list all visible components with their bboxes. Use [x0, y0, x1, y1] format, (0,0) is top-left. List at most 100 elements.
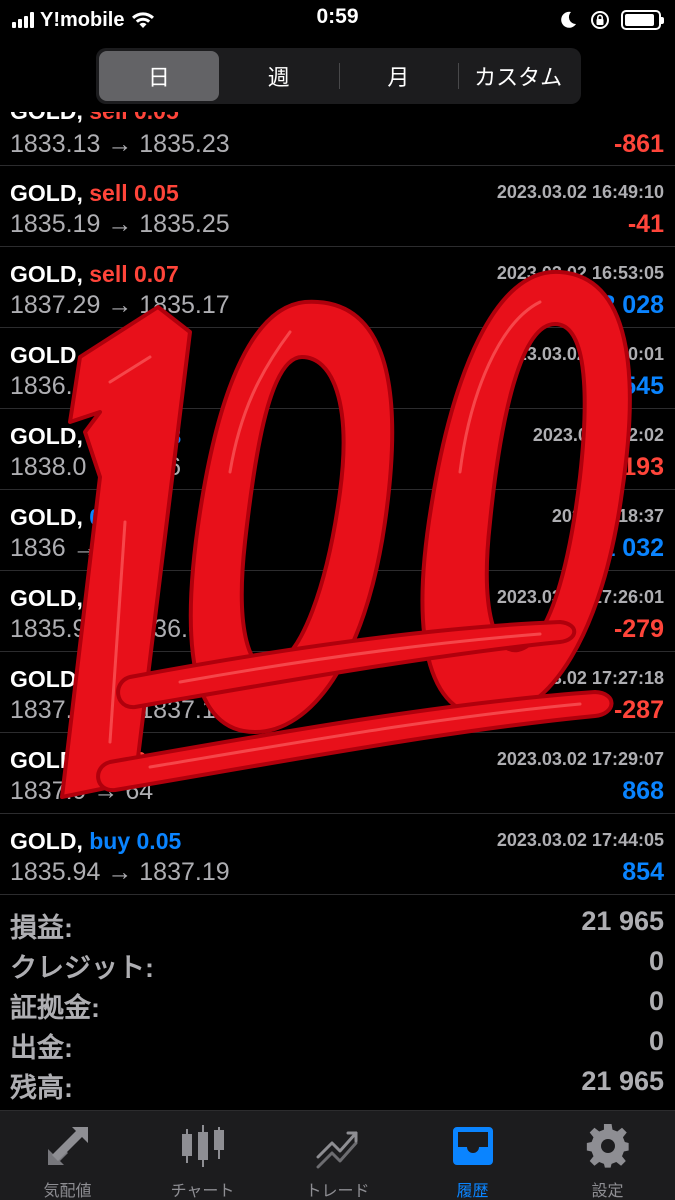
trade-side-volume: 0.05 [89, 504, 134, 530]
close-price: 1835.23 [139, 130, 230, 158]
arrow-icon: → [93, 615, 119, 643]
trade-profit: 545 [622, 372, 664, 400]
open-price: 1838.0 [10, 453, 87, 481]
trade-time: 2023.03.02 17:27:18 [496, 668, 664, 688]
close-price: 183 [111, 372, 154, 400]
close-price: 1836 [125, 453, 181, 481]
orientation-lock-icon [591, 11, 609, 29]
period-tab-custom[interactable]: カスタム [458, 51, 578, 101]
summary-row: 出金: 0 [0, 1022, 675, 1063]
battery-level [625, 14, 654, 26]
arrow-icon: → [93, 777, 119, 805]
trade-title: GOLD, 0.05 [10, 504, 134, 531]
trade-icon [316, 1131, 357, 1169]
trade-profit: 868 [622, 777, 664, 805]
trade-row[interactable]: GOLD, buy 0.03 2023.03.0 12:02 1838.0 → 18… [0, 409, 675, 490]
trade-row[interactable]: GOLD, 0.05 2023.0 :18:37 1836 → 18 3 1 032 [0, 490, 675, 571]
tab-chart[interactable]: チャート [135, 1111, 270, 1200]
trade-prices: 1837.9 → 64 [10, 777, 153, 806]
period-tab-week[interactable]: 週 [219, 51, 339, 101]
trade-profit: -41 [627, 210, 664, 238]
bottom-tab-bar: 気配値 チャート トレード 履歴 設定 [0, 1110, 675, 1200]
trade-row[interactable]: GOLD, 0.03 2023.03.02 17:26:01 1835.9 → 18… [0, 571, 675, 652]
trade-row[interactable]: GOLD, buy 0.0 2023.03.02 17:27:18 1837.88 … [0, 652, 675, 733]
summary-label: クレジット: [10, 953, 154, 983]
summary-value: 21 965 [581, 1066, 664, 1096]
status-bar: Y!mobile 0:59 [0, 0, 675, 40]
arrow-icon: → [107, 858, 133, 886]
arrow-icon: → [79, 372, 105, 400]
summary-label: 出金: [10, 1033, 73, 1063]
trade-side-volume: sell 0.0 [89, 747, 166, 773]
summary-row: 証拠金: 0 [0, 982, 675, 1023]
close-price: 1835.17 [139, 291, 230, 319]
tab-quotes-label: 気配値 [43, 1183, 92, 1200]
arrow-icon: → [107, 696, 133, 724]
history-icon [452, 1127, 493, 1165]
trade-time: 2023.03.02 17:26:01 [496, 587, 664, 607]
period-selector-bar: 日 週 月 カスタム [0, 40, 675, 112]
trade-row[interactable]: GOLD, sell 0.051833.13 → 1835.23-861 [0, 98, 675, 166]
open-price: 1835.94 [10, 858, 101, 886]
tab-history[interactable]: 履歴 [405, 1111, 540, 1200]
close-price: 64 [125, 777, 154, 805]
status-right [557, 6, 664, 34]
trade-profit: 2 028 [601, 291, 664, 319]
arrow-icon: → [107, 210, 133, 238]
trade-profit: -193 [613, 453, 664, 481]
tab-chart-label: チャート [170, 1183, 235, 1200]
period-tab-day[interactable]: 日 [99, 51, 219, 101]
trade-profit: -279 [613, 615, 664, 643]
tab-trade[interactable]: トレード [270, 1111, 405, 1200]
chart-icon [181, 1125, 224, 1167]
trade-prices: 1837.29 → 1835.17 [10, 291, 230, 320]
trade-symbol: GOLD, [10, 666, 83, 692]
trade-prices: 1836. → 183 [10, 372, 153, 401]
open-price: 1837.29 [10, 291, 101, 319]
trade-prices: 1837.88 → 1837.18 [10, 696, 230, 725]
tab-quotes[interactable]: 気配値 [0, 1111, 135, 1200]
arrow-icon: → [107, 130, 133, 158]
trade-time: 2023.03.02 16:49:10 [496, 182, 664, 202]
trade-prices: 1833.13 → 1835.23 [10, 130, 230, 159]
trade-row[interactable]: GOLD, 2023.03.02 17:10:01 1836. → 183 545 [0, 328, 675, 409]
trade-profit: 854 [622, 858, 664, 886]
trade-title: GOLD, [10, 342, 83, 369]
trade-side-volume: sell 0.07 [89, 261, 179, 287]
trade-prices: 1836 → 18 3 [10, 534, 153, 563]
close-price: 1836.64 [125, 615, 216, 643]
trade-side-volume: sell 0.05 [89, 180, 179, 206]
trade-time: 2023.03.02 17:44:05 [496, 830, 664, 850]
trade-symbol: GOLD, [10, 828, 83, 854]
tab-settings-label: 設定 [591, 1183, 624, 1200]
period-tab-month[interactable]: 月 [338, 51, 459, 101]
tab-settings[interactable]: 設定 [540, 1111, 675, 1200]
open-price: 1837.88 [10, 696, 101, 724]
trade-row[interactable]: GOLD, sell 0.0 2023.03.02 17:29:07 1837.9 … [0, 733, 675, 814]
trade-symbol: GOLD, [10, 747, 83, 773]
trade-symbol: GOLD, [10, 342, 83, 368]
trade-time: 2023.03.0 12:02 [532, 425, 664, 445]
summary-value: 0 [648, 946, 664, 976]
trade-title: GOLD, 0.03 [10, 585, 134, 612]
trade-side-volume: buy 0.03 [89, 423, 182, 449]
close-price: 18 3 [104, 534, 154, 562]
battery-icon [621, 10, 664, 30]
trade-row[interactable]: GOLD, sell 0.05 2023.03.02 16:49:10 1835.1… [0, 166, 675, 247]
arrow-icon: → [107, 291, 133, 319]
trade-title: GOLD, buy 0.05 [10, 828, 181, 855]
trade-row[interactable]: GOLD, buy 0.05 2023.03.02 17:44:05 1835.94… [0, 814, 675, 895]
summary-value: 0 [648, 986, 664, 1016]
summary-label: 損益: [10, 913, 73, 943]
close-price: 1835.25 [139, 210, 230, 238]
summary-value: 0 [648, 1026, 664, 1056]
open-price: 1836 [10, 534, 66, 562]
trade-row[interactable]: GOLD, sell 0.07 2023.03.02 16:53:05 1837.2… [0, 247, 675, 328]
open-price: 1835.9 [10, 615, 87, 643]
trade-profit: -287 [613, 696, 664, 724]
summary-row: 損益: 21 965 [0, 902, 675, 943]
trade-time: 2023.03.02 17:29:07 [496, 749, 664, 769]
moon-icon [561, 11, 576, 28]
tab-trade-label: トレード [305, 1183, 370, 1200]
trade-profit: -861 [613, 130, 664, 158]
